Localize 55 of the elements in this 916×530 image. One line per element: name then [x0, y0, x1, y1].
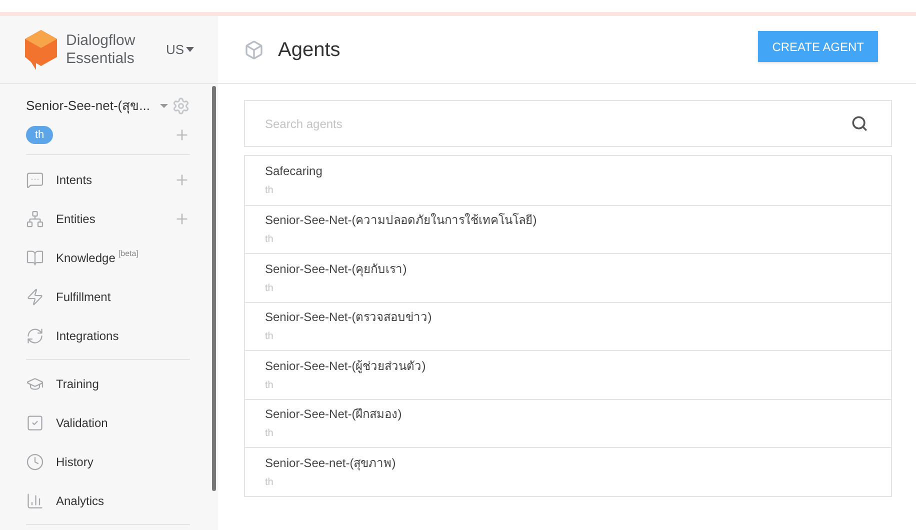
- caret-icon: [186, 47, 194, 52]
- caret-icon[interactable]: [160, 104, 168, 108]
- nav-link[interactable]: Analytics: [56, 492, 104, 510]
- nav-link[interactable]: Entities: [56, 210, 96, 228]
- nav-link[interactable]: Fulfillment: [56, 288, 111, 306]
- book-icon: [26, 248, 44, 266]
- add-icon[interactable]: [174, 126, 190, 143]
- agent-row[interactable]: Senior-See-Net-(ผู้ช่วยส่วนตัว) th: [245, 350, 891, 398]
- search-field[interactable]: Search agents: [244, 100, 892, 147]
- nav-link[interactable]: Knowledge: [56, 248, 116, 266]
- cube-icon: [244, 40, 264, 60]
- agent-row[interactable]: Senior-See-Net-(ความปลอดภัยในการใช้เทคโนโลยี) th: [245, 204, 891, 253]
- nav-link[interactable]: Training: [56, 374, 99, 392]
- lightning-icon: [26, 288, 44, 306]
- agent-row[interactable]: Senior-See-Net-(คุยกับเรา) th: [245, 253, 891, 302]
- chat-icon: [26, 170, 44, 188]
- agent-language: th: [265, 330, 274, 344]
- add-icon[interactable]: [174, 172, 190, 188]
- page-title: Agents: [278, 38, 340, 62]
- agent-name: Senior-See-Net-(ฝึกสมอง): [265, 406, 403, 424]
- nav-link[interactable]: Validation: [56, 414, 108, 432]
- agent-row[interactable]: Safecaring th: [245, 156, 891, 204]
- checkbox-icon: [26, 414, 44, 432]
- agent-row[interactable]: Senior-See-net-(สุขภาพ) th: [245, 447, 891, 496]
- settings-icon[interactable]: [172, 96, 190, 115]
- brand-name: Dialogflow: [66, 32, 136, 50]
- agent-language: th: [265, 427, 274, 442]
- agent-language: th: [265, 233, 274, 248]
- nav-link[interactable]: History: [56, 452, 94, 470]
- sync-icon: [26, 326, 44, 344]
- agent-name: Senior-See-Net-(ผู้ช่วยส่วนตัว): [265, 358, 427, 375]
- nav-link[interactable]: Intents: [56, 170, 92, 188]
- brand-name: Essentials: [66, 50, 136, 68]
- clock-icon: [26, 452, 44, 470]
- agent-name: Senior-See-Net-(คุยกับเรา): [265, 260, 408, 278]
- agent-row[interactable]: Senior-See-Net-(ตรวจสอบข่าว) th: [245, 302, 891, 350]
- nav-link[interactable]: Integrations: [56, 326, 119, 344]
- hierarchy-icon: [26, 210, 44, 228]
- agent-language: th: [265, 378, 274, 393]
- add-icon[interactable]: [174, 210, 190, 226]
- agent-row[interactable]: Senior-See-Net-(ฝึกสมอง) th: [245, 398, 891, 447]
- agent-name: Safecaring: [265, 163, 324, 180]
- search-icon[interactable]: [851, 115, 868, 132]
- beta-label: [beta]: [118, 248, 138, 260]
- region-dropdown[interactable]: US: [166, 40, 194, 60]
- agent-name: Senior-See-Net-(ความปลอดภัยในการใช้เทคโนโลยี): [265, 212, 538, 230]
- agent-language: th: [265, 476, 274, 490]
- agent-name: Senior-See-Net-(ตรวจสอบข่าว): [265, 309, 433, 326]
- logo-icon: [24, 28, 58, 70]
- agent-name: Senior-See-net-(สุขภาพ): [265, 454, 397, 472]
- scrollbar[interactable]: [212, 86, 216, 491]
- agent-language: th: [265, 184, 274, 198]
- agent-dropdown[interactable]: Senior-See-net-(สุข...: [26, 96, 150, 116]
- bar-chart-icon: [26, 492, 44, 510]
- agent-language: th: [265, 282, 274, 296]
